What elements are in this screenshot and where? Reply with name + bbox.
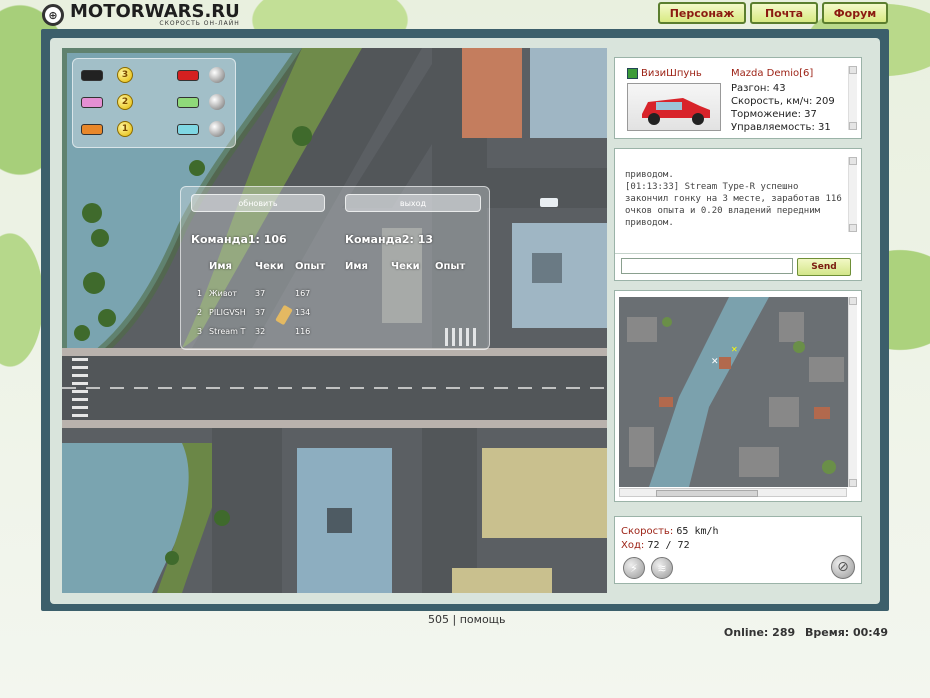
race-map[interactable]: 3 2 1 обновить выход Команда1: 106 Коман… — [62, 48, 607, 593]
race-results-overlay: обновить выход Команда1: 106 Команда2: 1… — [180, 186, 490, 350]
legend-place-3: 3 — [117, 67, 133, 83]
boost-lightning-icon[interactable]: ⚡ — [623, 557, 645, 579]
result-row-3-name: Stream T — [209, 327, 246, 336]
marker-x-icon: ✕ — [711, 357, 719, 367]
stop-icon[interactable]: ⊘ — [831, 555, 855, 579]
scroll-down-icon[interactable] — [849, 224, 857, 232]
chat-divider — [615, 253, 861, 254]
speed-panel: Скорость: 65 km/h Ход: 72 / 72 ⚡ ≋ ⊘ — [614, 516, 862, 584]
nav-forum-button[interactable]: Форум — [822, 2, 888, 24]
scroll-down-icon[interactable] — [849, 479, 857, 487]
turn-row: Ход: 72 / 72 — [621, 540, 690, 551]
turn-value: 72 / 72 — [647, 540, 690, 551]
result-row-2-exp: 134 — [295, 308, 311, 317]
minimap-panel: ✕ ✕ — [614, 290, 862, 502]
site-logo[interactable]: ⊕ MOTORWARS.RU СКОРОСТЬ ОН-ЛАЙН — [42, 0, 240, 30]
result-row-1-num: 1 — [197, 289, 203, 298]
player-panel-scrollbar[interactable] — [848, 66, 857, 130]
scroll-up-icon[interactable] — [849, 157, 857, 165]
result-row-3-exp: 116 — [295, 327, 311, 336]
status-bar: Online: 289 Время: 00:49 — [724, 626, 888, 639]
result-row-1-name: Живот — [209, 289, 238, 298]
legend-empty-slot-2 — [209, 94, 225, 110]
legend-car-5 — [177, 97, 199, 108]
top-nav: Персонаж Почта Форум — [658, 2, 888, 24]
legend-car-2 — [81, 97, 103, 108]
minimap-vscroll[interactable] — [848, 297, 857, 487]
footer-separator: | — [452, 613, 457, 626]
steering-wheel-icon: ⊕ — [42, 4, 64, 26]
player-panel: ВизиШпунь Mazda Demio[6] Разгон: 43 Скор… — [614, 57, 862, 139]
turn-label: Ход: — [621, 540, 645, 551]
chat-log: приводом. [01:13:33] Stream Type-R успеш… — [625, 169, 845, 229]
legend-place-1: 1 — [117, 121, 133, 137]
car-stat-handling: Управляемость: 31 — [731, 122, 831, 133]
chat-panel: приводом. [01:13:33] Stream Type-R успеш… — [614, 148, 862, 281]
minimap[interactable]: ✕ ✕ — [619, 297, 853, 487]
server-time: Время: 00:49 — [804, 626, 888, 639]
legend-car-6 — [177, 124, 199, 135]
header-name-left: Имя — [209, 261, 232, 272]
car-image — [627, 83, 721, 131]
chat-input[interactable] — [621, 258, 793, 274]
team2-score: Команда2: 13 — [345, 233, 434, 246]
help-link[interactable]: помощь — [460, 613, 506, 626]
exit-button[interactable]: выход — [345, 194, 481, 212]
team1-score: Команда1: 106 — [191, 233, 287, 246]
result-row-2-name: PILIGVSH — [209, 308, 246, 317]
refresh-button[interactable]: обновить — [191, 194, 325, 212]
race-legend: 3 2 1 — [72, 58, 236, 148]
legend-car-3 — [81, 124, 103, 135]
scroll-down-icon[interactable] — [849, 122, 857, 130]
speed-value: 65 km/h — [676, 526, 719, 537]
signal-wave-icon[interactable]: ≋ — [651, 557, 673, 579]
minimap-hscroll[interactable] — [619, 488, 847, 497]
speed-label: Скорость: — [621, 526, 674, 537]
speed-row: Скорость: 65 km/h — [621, 526, 719, 537]
scroll-up-icon[interactable] — [849, 297, 857, 305]
chat-line-5: приводом. — [625, 218, 674, 228]
chat-line-3: закончил гонку на 3 месте, заработав 116 — [625, 194, 842, 204]
result-row-3-num: 3 — [197, 327, 203, 336]
chat-line-1: приводом. — [625, 170, 674, 180]
chat-line-4: очков опыта и 0.20 владений передним — [625, 206, 821, 216]
result-row-3-checks: 32 — [255, 327, 266, 336]
footer-counter: 505 — [428, 613, 449, 626]
header-checks-left: Чеки — [255, 261, 284, 272]
header-exp-right: Опыт — [435, 261, 466, 272]
legend-empty-slot-1 — [209, 67, 225, 83]
chat-scrollbar[interactable] — [848, 157, 857, 232]
car-name[interactable]: Mazda Demio[6] — [731, 68, 813, 79]
online-count: Online: 289 — [723, 626, 796, 639]
nav-character-button[interactable]: Персонаж — [658, 2, 746, 24]
legend-empty-slot-3 — [209, 121, 225, 137]
car-stat-speed: Скорость, км/ч: 209 — [731, 96, 835, 107]
legend-place-2: 2 — [117, 94, 133, 110]
car-stat-acceleration: Разгон: 43 — [731, 83, 786, 94]
minimap-hscroll-thumb[interactable] — [656, 490, 758, 497]
player-name[interactable]: ВизиШпунь — [641, 68, 702, 79]
result-row-2-checks: 37 — [255, 308, 266, 317]
logo-title: MOTORWARS.RU — [70, 1, 240, 22]
header-name-right: Имя — [345, 261, 368, 272]
header-exp-left: Опыт — [295, 261, 326, 272]
result-row-2-num: 2 — [197, 308, 203, 317]
car-stat-braking: Торможение: 37 — [731, 109, 817, 120]
footer-links: 505 | помощь — [428, 613, 506, 626]
legend-car-1 — [81, 70, 103, 81]
marker-player-icon: ✕ — [731, 345, 738, 354]
result-row-1-exp: 167 — [295, 289, 311, 298]
nav-mail-button[interactable]: Почта — [750, 2, 818, 24]
header-checks-right: Чеки — [391, 261, 420, 272]
result-row-1-checks: 37 — [255, 289, 266, 298]
legend-car-4 — [177, 70, 199, 81]
chat-line-2: [01:13:33] Stream Type-R успешно — [625, 182, 799, 192]
scroll-up-icon[interactable] — [849, 66, 857, 74]
car-picture — [642, 98, 710, 125]
send-button[interactable]: Send — [797, 258, 851, 276]
user-status-icon — [627, 68, 638, 79]
